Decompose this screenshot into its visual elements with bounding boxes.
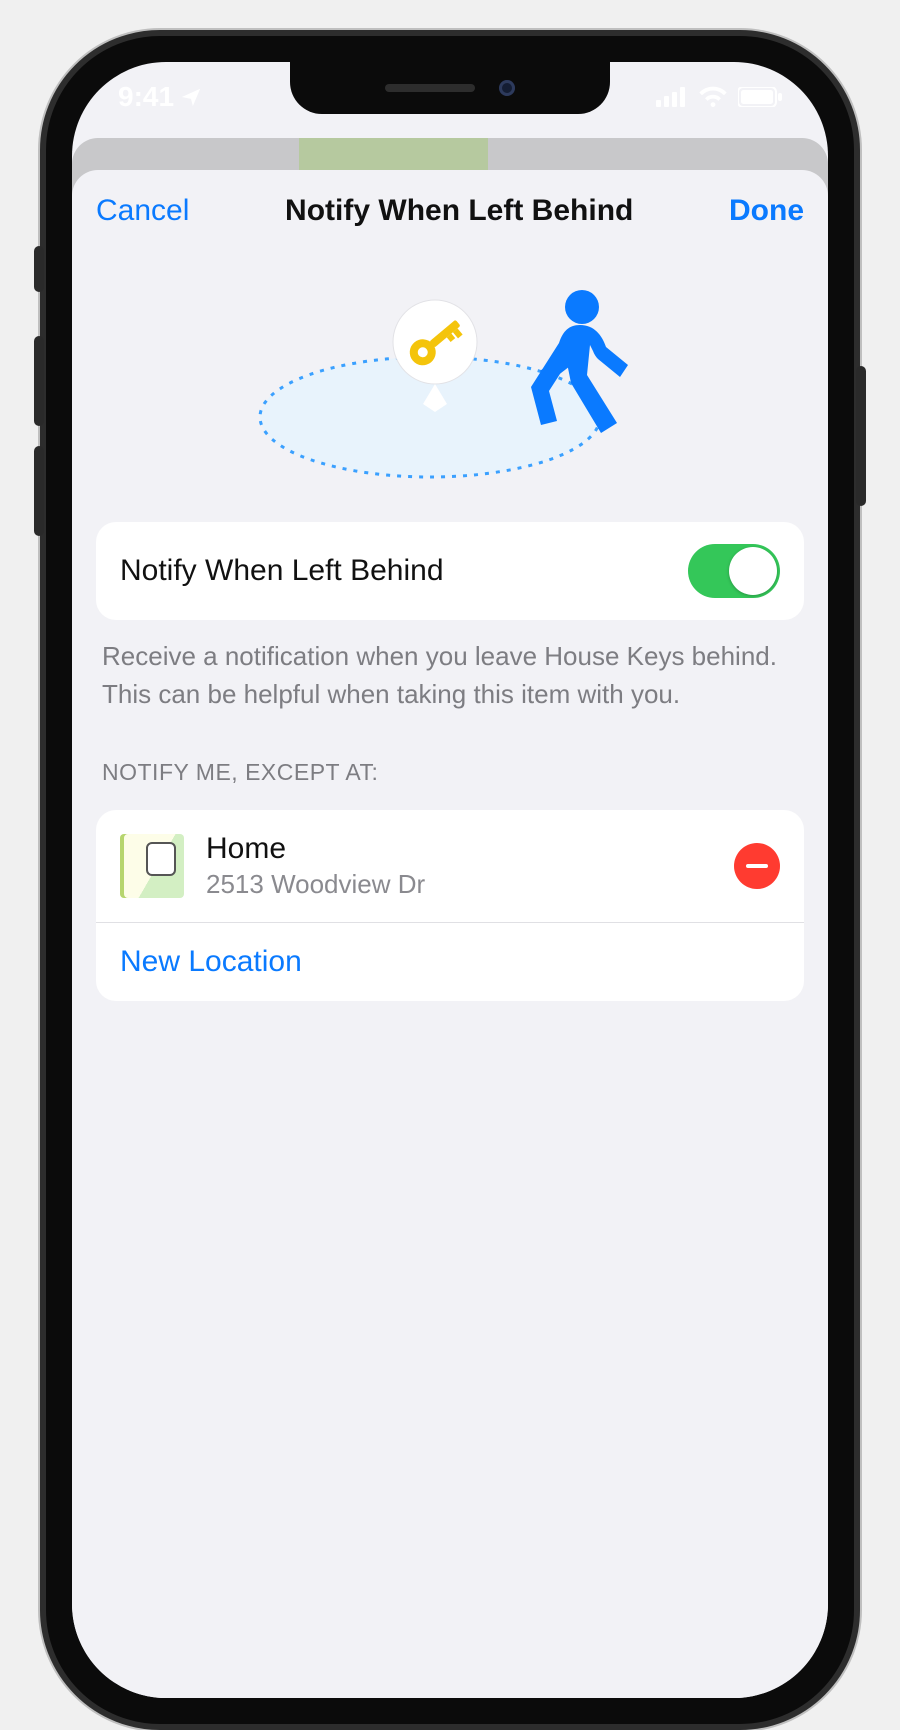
modal-title: Notify When Left Behind <box>285 194 633 228</box>
notify-toggle-switch[interactable] <box>688 544 780 598</box>
hero-illustration <box>96 252 804 512</box>
screen: 9:41 <box>72 62 828 1698</box>
location-subtitle: 2513 Woodview Dr <box>206 869 734 900</box>
location-services-icon <box>180 86 202 108</box>
except-at-header: NOTIFY ME, EXCEPT AT: <box>96 713 804 800</box>
cellular-signal-icon <box>656 87 688 107</box>
notify-toggle-row[interactable]: Notify When Left Behind <box>96 522 804 620</box>
new-location-button[interactable]: New Location <box>96 922 804 1001</box>
hw-side-button <box>856 366 866 506</box>
phone-frame: 9:41 <box>40 30 860 1730</box>
new-location-label: New Location <box>120 945 302 979</box>
notify-description: Receive a notification when you leave Ho… <box>96 620 804 713</box>
location-title: Home <box>206 832 734 865</box>
cancel-button[interactable]: Cancel <box>96 194 189 228</box>
location-row-home[interactable]: Home 2513 Woodview Dr <box>96 810 804 922</box>
exceptions-group: Home 2513 Woodview Dr New Location <box>96 810 804 1001</box>
modal-navbar: Cancel Notify When Left Behind Done <box>96 170 804 252</box>
wifi-icon <box>698 86 728 108</box>
modal-sheet: Cancel Notify When Left Behind Done <box>72 170 828 1698</box>
done-button[interactable]: Done <box>729 194 804 228</box>
map-thumbnail-icon <box>120 834 184 898</box>
status-bar: 9:41 <box>72 62 828 132</box>
notify-toggle-group: Notify When Left Behind <box>96 522 804 620</box>
remove-location-button[interactable] <box>734 843 780 889</box>
hw-mute-switch <box>34 246 44 292</box>
hw-volume-down <box>34 446 44 536</box>
status-time: 9:41 <box>118 81 174 113</box>
hw-volume-up <box>34 336 44 426</box>
battery-icon <box>738 87 782 107</box>
notify-toggle-label: Notify When Left Behind <box>120 554 688 588</box>
